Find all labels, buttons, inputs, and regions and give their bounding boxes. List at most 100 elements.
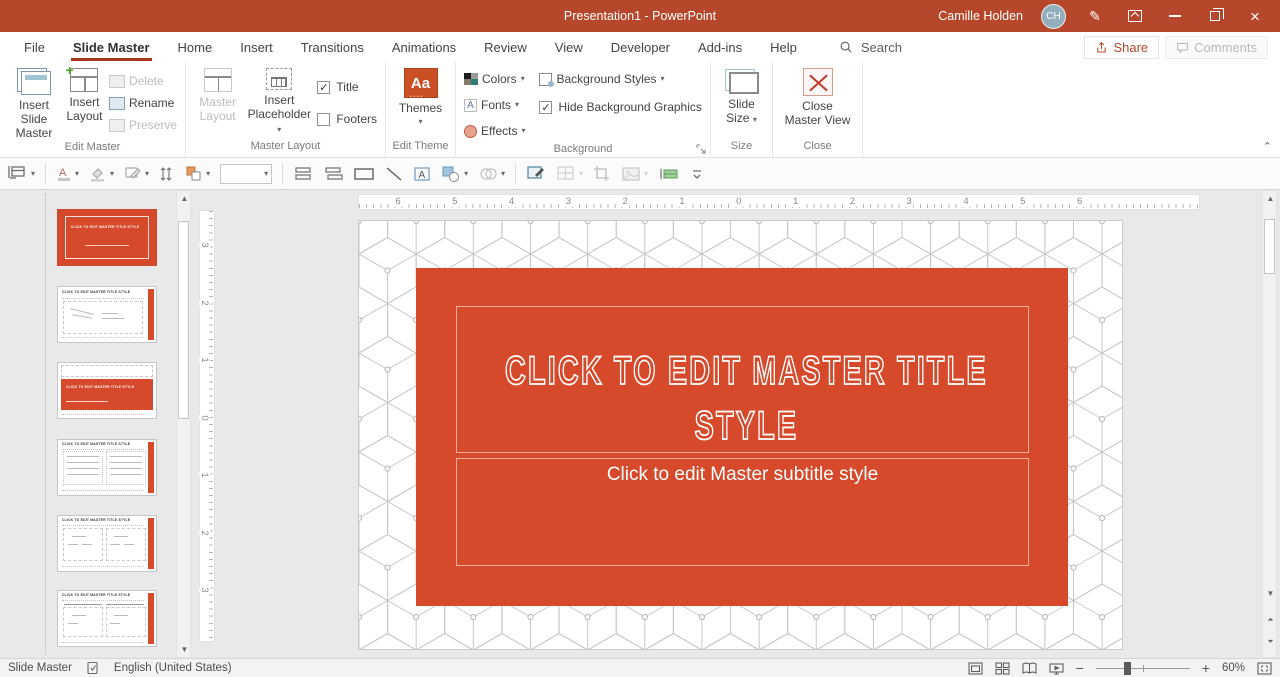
zoom-level[interactable]: 60% xyxy=(1222,662,1245,674)
slide-scrollbar-thumb[interactable] xyxy=(1264,219,1275,274)
slide-thumbnail-2[interactable]: CLICK TO EDIT MASTER TITLE STYLE xyxy=(57,286,157,343)
slide-sorter-view-icon[interactable] xyxy=(995,662,1010,675)
delete-button[interactable]: Delete xyxy=(109,70,177,92)
tab-add-ins[interactable]: Add-ins xyxy=(684,32,756,62)
shape-fill-icon[interactable]: ▾ xyxy=(89,165,114,183)
tab-file[interactable]: File xyxy=(10,32,59,62)
group-close: CloseMaster View Close xyxy=(773,62,863,157)
pen-outline-icon[interactable]: ▾ xyxy=(124,165,149,183)
inking-icon[interactable]: ✎ xyxy=(1084,5,1106,27)
tab-slide-master[interactable]: Slide Master xyxy=(59,32,164,62)
tab-help[interactable]: Help xyxy=(756,32,811,62)
zoom-out-button[interactable]: − xyxy=(1076,660,1084,676)
slide-thumbnail-4[interactable]: CLICK TO EDIT MASTER TITLE STYLE xyxy=(57,439,157,496)
tab-animations[interactable]: Animations xyxy=(378,32,470,62)
spell-check-icon[interactable] xyxy=(86,661,100,675)
master-layout-button[interactable]: MasterLayout xyxy=(194,68,241,123)
hruler-number: 5 xyxy=(450,196,459,207)
more-commands-icon[interactable] xyxy=(690,167,704,181)
scroll-down-icon[interactable]: ▼ xyxy=(1263,586,1278,601)
slide-thumbnail-3[interactable]: CLICK TO EDIT MASTER TITLE STYLE xyxy=(57,362,157,419)
colors-button[interactable]: Colors▾ xyxy=(464,68,525,90)
tab-transitions[interactable]: Transitions xyxy=(287,32,378,62)
effects-button[interactable]: Effects▾ xyxy=(464,120,525,142)
status-language[interactable]: English (United States) xyxy=(114,662,232,674)
hruler-number: 6 xyxy=(1075,196,1084,207)
ribbon-display-options-icon[interactable] xyxy=(1124,5,1146,27)
font-combobox[interactable]: ▾ xyxy=(220,164,272,184)
table-grid-icon[interactable]: ▾ xyxy=(556,165,583,183)
close-master-view-button[interactable]: CloseMaster View xyxy=(781,68,854,127)
object-alignment-icon[interactable]: ▾ xyxy=(8,165,35,183)
share-button[interactable]: Share xyxy=(1084,36,1159,59)
scroll-up-icon[interactable]: ▲ xyxy=(177,191,192,206)
background-styles-button[interactable]: Background Styles▾ xyxy=(539,68,701,90)
footers-checkbox[interactable]: Footers xyxy=(317,108,377,130)
title-checkbox[interactable]: ✓ Title xyxy=(317,76,377,98)
insert-slide-master-button[interactable]: Insert SlideMaster xyxy=(8,68,60,140)
tab-view[interactable]: View xyxy=(541,32,597,62)
hide-background-graphics-checkbox[interactable]: ✓ Hide Background Graphics xyxy=(539,96,701,118)
fonts-button[interactable]: A Fonts▾ xyxy=(464,94,525,116)
rectangle-shape-icon[interactable] xyxy=(353,166,375,182)
line-shape-icon[interactable] xyxy=(385,166,403,182)
slide-thumbnail-6[interactable]: CLICK TO EDIT MASTER TITLE STYLE xyxy=(57,590,157,647)
hruler-number: 4 xyxy=(961,196,970,207)
merge-shapes-icon[interactable]: ▾ xyxy=(478,165,505,183)
previous-slide-icon[interactable]: ⏶ xyxy=(1263,612,1278,627)
line-spacing-icon[interactable] xyxy=(159,165,175,183)
insert-layout-button[interactable]: + InsertLayout xyxy=(64,68,105,123)
rename-button[interactable]: Rename xyxy=(109,92,177,114)
svg-text:A: A xyxy=(59,167,67,179)
normal-view-icon[interactable] xyxy=(968,662,983,675)
zoom-slider-thumb[interactable] xyxy=(1124,662,1131,675)
tab-developer[interactable]: Developer xyxy=(597,32,684,62)
tab-review[interactable]: Review xyxy=(470,32,541,62)
preserve-button[interactable]: Preserve xyxy=(109,114,177,136)
slide-thumbnail-1[interactable]: CLICK TO EDIT MASTER TITLE STYLE xyxy=(57,209,157,266)
comments-button[interactable]: Comments xyxy=(1165,36,1268,59)
thumbnail-scrollbar-thumb[interactable] xyxy=(178,221,189,419)
zoom-slider[interactable] xyxy=(1096,668,1190,669)
picture-icon[interactable]: ▾ xyxy=(621,166,648,182)
tab-home[interactable]: Home xyxy=(164,32,227,62)
title-checkbox-box: ✓ xyxy=(317,81,330,94)
title-bar: Presentation1 - PowerPoint Camille Holde… xyxy=(0,0,1280,32)
shapes-icon[interactable]: ▾ xyxy=(441,165,468,183)
restore-button[interactable] xyxy=(1204,5,1226,27)
slide-canvas[interactable]: CLICK TO EDIT MASTER TITLE STYLE Click t… xyxy=(358,220,1123,650)
slide-size-button[interactable]: SlideSize ▾ xyxy=(719,68,764,125)
text-box-icon[interactable]: A xyxy=(413,166,431,182)
fit-slide-to-window-icon[interactable] xyxy=(1257,662,1272,675)
edit-picture-icon[interactable] xyxy=(526,165,546,183)
collapse-ribbon-button[interactable]: ⌃ xyxy=(1263,140,1272,153)
distribute-rows-icon[interactable] xyxy=(293,166,313,182)
avatar[interactable]: CH xyxy=(1041,4,1066,29)
thumbnail-panel-scrollbar[interactable]: ▲ ▼ xyxy=(176,190,191,658)
slide-title-text[interactable]: CLICK TO EDIT MASTER TITLE STYLE xyxy=(462,344,1031,454)
slide-subtitle-text[interactable]: Click to edit Master subtitle style xyxy=(456,464,1029,486)
distribute-columns-icon[interactable] xyxy=(323,166,343,182)
slideshow-view-icon[interactable] xyxy=(1049,662,1064,675)
scroll-down-icon[interactable]: ▼ xyxy=(177,642,192,657)
next-slide-icon[interactable]: ⏷ xyxy=(1263,634,1278,649)
search-box[interactable]: Search xyxy=(839,32,902,62)
slide-area-scrollbar[interactable]: ▲ ▼ ⏶ ⏷ xyxy=(1262,190,1277,658)
close-button[interactable]: × xyxy=(1244,5,1266,27)
insert-placeholder-button[interactable]: InsertPlaceholder ▾ xyxy=(245,68,313,135)
crop-icon[interactable] xyxy=(593,165,611,183)
search-label: Search xyxy=(861,40,902,55)
user-name[interactable]: Camille Holden xyxy=(938,9,1023,23)
scroll-up-icon[interactable]: ▲ xyxy=(1263,191,1278,206)
themes-button[interactable]: Aa Themes ▾ xyxy=(394,68,447,126)
background-dialog-launcher-icon[interactable] xyxy=(696,144,707,155)
reading-view-icon[interactable] xyxy=(1022,662,1037,675)
vruler-number: 3 xyxy=(199,587,210,592)
minimize-button[interactable] xyxy=(1164,5,1186,27)
font-color-icon[interactable]: A ▾ xyxy=(56,165,79,183)
recolor-icon[interactable]: ▾ xyxy=(185,165,210,183)
zoom-in-button[interactable]: + xyxy=(1202,660,1210,676)
placeholder-table-icon[interactable] xyxy=(658,166,680,182)
slide-thumbnail-5[interactable]: CLICK TO EDIT MASTER TITLE STYLE xyxy=(57,515,157,572)
tab-insert[interactable]: Insert xyxy=(226,32,287,62)
